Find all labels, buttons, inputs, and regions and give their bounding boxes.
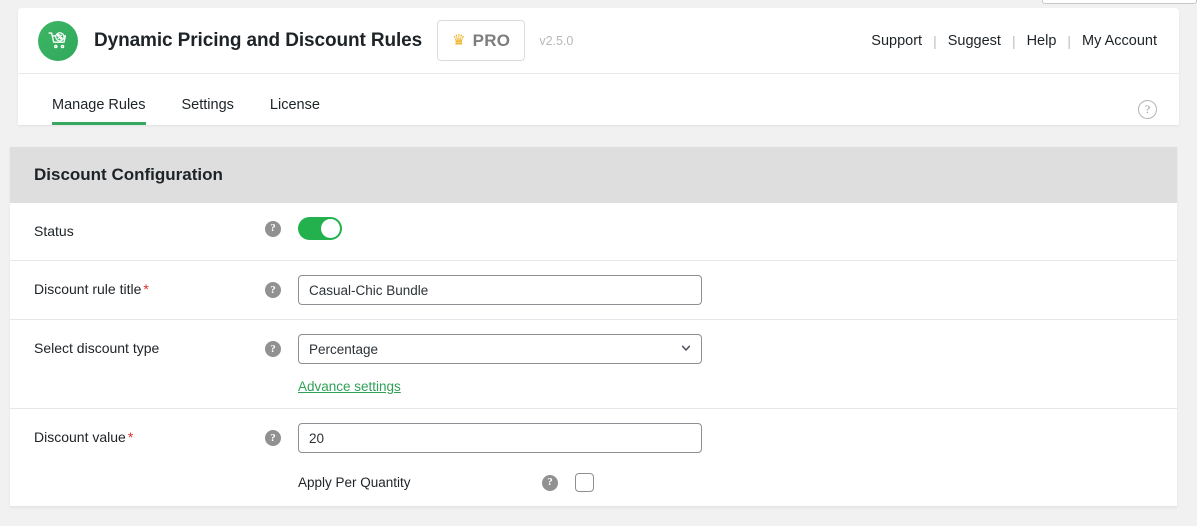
apply-per-quantity-checkbox[interactable] — [575, 473, 594, 492]
tab-help-button[interactable]: ? — [1138, 100, 1157, 119]
nav-separator: | — [1011, 32, 1016, 49]
nav-separator: | — [1067, 32, 1072, 49]
status-toggle[interactable] — [298, 217, 342, 240]
shopping-cart-percent-icon — [38, 20, 78, 61]
app-title: Dynamic Pricing and Discount Rules — [94, 29, 423, 51]
row-label-discount-rule-title: Discount rule title * — [34, 261, 265, 298]
app-page: Dynamic Pricing and Discount Rules ♛ PRO… — [0, 0, 1197, 526]
panel-heading: Discount Configuration — [10, 147, 1177, 203]
version-label: v2.5.0 — [539, 33, 574, 48]
help-icon-apply-per-quantity[interactable]: ? — [542, 474, 558, 491]
row-label-discount-value: Discount value * — [34, 409, 265, 446]
header-card: Dynamic Pricing and Discount Rules ♛ PRO… — [18, 8, 1179, 125]
apply-per-quantity-label: Apply Per Quantity — [298, 475, 411, 490]
required-marker: * — [143, 281, 149, 297]
row-select-discount-type: Select discount type ? Percentage Advanc… — [10, 320, 1177, 409]
pro-badge[interactable]: ♛ PRO — [437, 20, 526, 61]
question-circle-icon: ? — [1138, 100, 1157, 119]
row-discount-rule-title: Discount rule title * ? — [10, 261, 1177, 320]
header-nav: Support | Suggest | Help | My Account — [871, 33, 1157, 49]
row-discount-value: Discount value* ? Apply Per Quantity ? — [10, 409, 1177, 507]
discount-type-select[interactable]: Percentage — [298, 334, 702, 364]
nav-link-my-account[interactable]: My Account — [1082, 33, 1157, 49]
tab-license[interactable]: License — [270, 97, 320, 126]
offscreen-element-stub — [1042, 0, 1197, 4]
label-text: Discount value — [34, 429, 126, 445]
nav-separator: | — [933, 32, 937, 49]
label-text: Discount rule title — [34, 281, 142, 297]
help-icon-discount-type[interactable]: ? — [265, 341, 281, 357]
crown-icon: ♛ — [452, 32, 466, 49]
discount-type-selected-value: Percentage — [309, 341, 379, 357]
pro-badge-label: PRO — [472, 30, 511, 50]
row-status: Status ? — [10, 203, 1177, 261]
help-icon-status[interactable]: ? — [265, 220, 281, 237]
tab-manage-rules[interactable]: Manage Rules — [52, 97, 146, 125]
tab-bar: Manage Rules Settings License ? — [18, 74, 1179, 125]
apply-per-quantity-field: Apply Per Quantity ? — [298, 473, 1177, 492]
row-label-select-discount-type: Select discount type — [34, 340, 160, 356]
toggle-knob — [321, 219, 340, 238]
advance-settings-link[interactable]: Advance settings — [298, 379, 401, 394]
row-label-status: Status — [34, 223, 74, 239]
nav-link-help[interactable]: Help — [1027, 33, 1057, 49]
nav-link-support[interactable]: Support — [871, 33, 922, 49]
discount-value-input[interactable] — [298, 423, 702, 453]
required-marker: * — [127, 429, 134, 445]
tab-settings[interactable]: Settings — [182, 97, 234, 126]
help-icon-rule-title[interactable]: ? — [265, 282, 281, 298]
nav-link-suggest[interactable]: Suggest — [948, 33, 1001, 49]
header-bar: Dynamic Pricing and Discount Rules ♛ PRO… — [18, 8, 1179, 74]
help-icon-discount-value[interactable]: ? — [265, 430, 281, 446]
discount-rule-title-input[interactable] — [298, 275, 702, 305]
discount-configuration-panel: Discount Configuration Status ? Discount… — [10, 147, 1177, 507]
